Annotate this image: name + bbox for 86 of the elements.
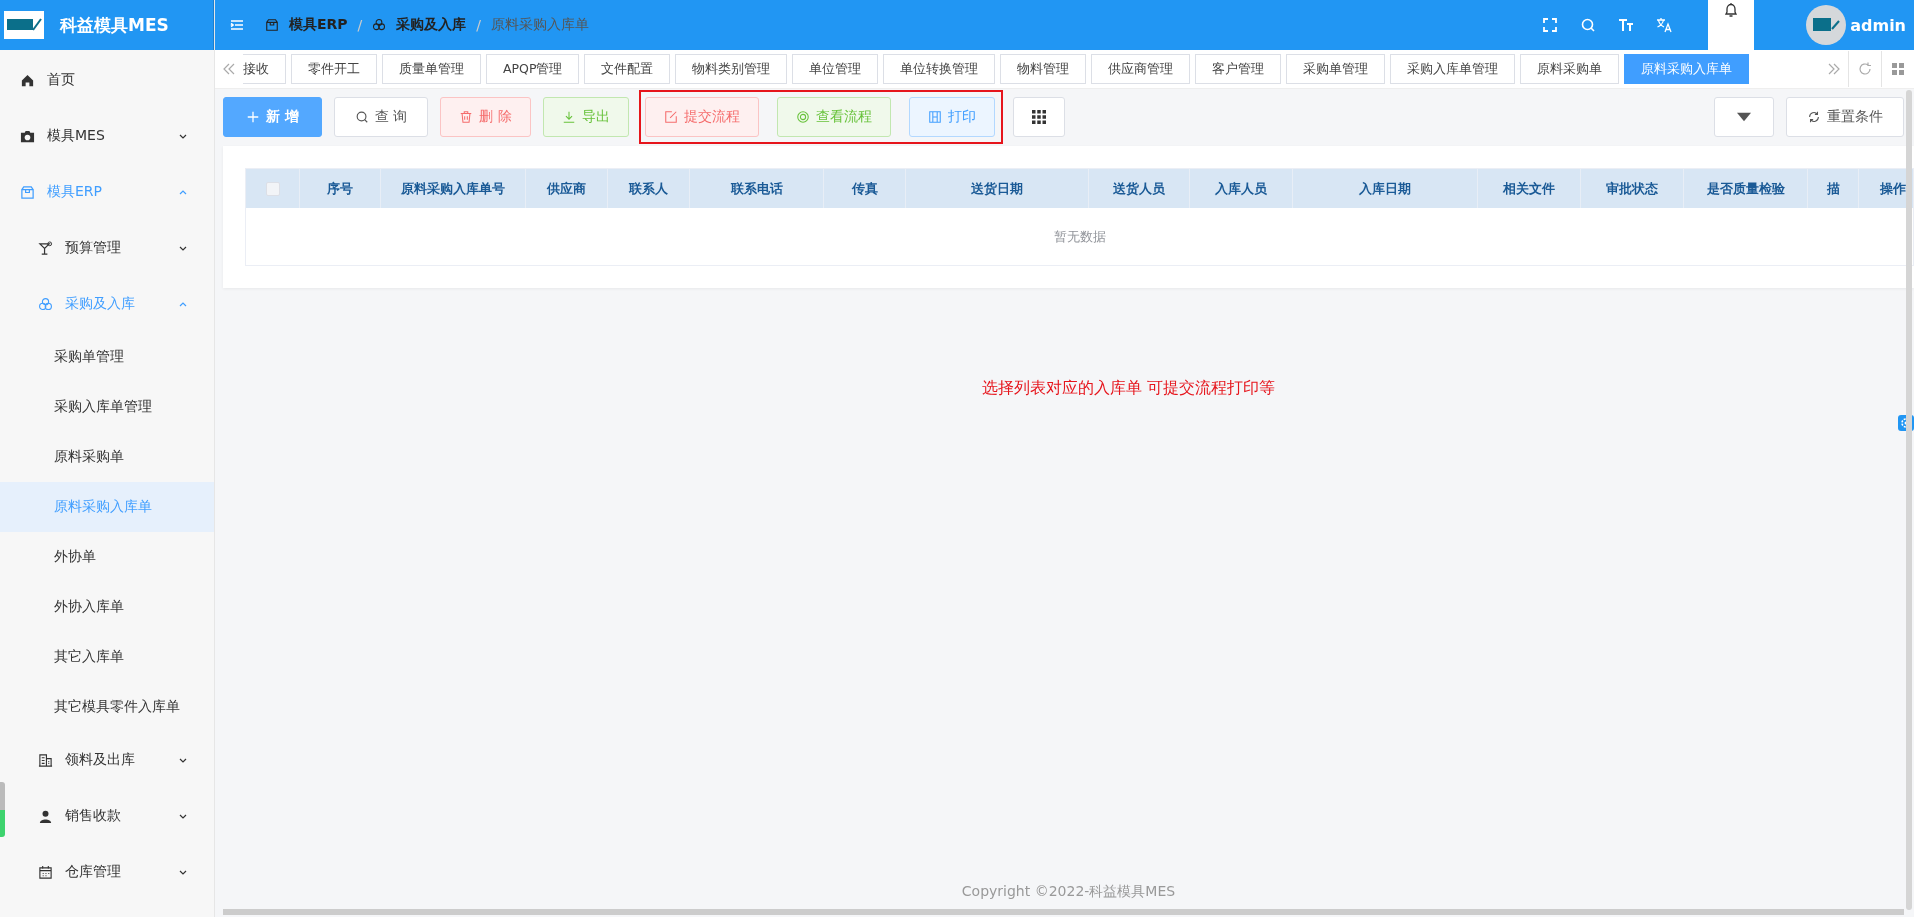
- search-icon[interactable]: [1580, 17, 1597, 33]
- building-icon: [38, 752, 53, 768]
- translate-icon[interactable]: [1656, 17, 1673, 33]
- menu-item[interactable]: 其它模具零件入库单: [8, 682, 214, 732]
- breadcrumb-separator: /: [476, 17, 482, 33]
- film-icon: [927, 110, 942, 124]
- menu-item[interactable]: 其它入库单: [8, 632, 214, 682]
- side-handle[interactable]: [0, 782, 5, 837]
- trash-icon: [459, 110, 474, 124]
- menu-item[interactable]: 首页: [8, 52, 214, 108]
- tab[interactable]: 采购入库单管理: [1390, 54, 1516, 84]
- column-header: 入库人员: [1190, 169, 1293, 208]
- logo-icon: [4, 11, 44, 39]
- scrollbar[interactable]: [223, 909, 1904, 915]
- bell-icon: [1723, 2, 1740, 18]
- tab[interactable]: 零件开工: [291, 54, 377, 84]
- menu-item[interactable]: 采购入库单管理: [8, 382, 214, 432]
- home-icon: [20, 72, 35, 88]
- column-header: 联系电话: [690, 169, 824, 208]
- avatar-icon[interactable]: [1806, 5, 1847, 45]
- column-header: 供应商: [526, 169, 608, 208]
- column-header: 描: [1808, 169, 1859, 208]
- checkbox[interactable]: [265, 181, 280, 196]
- menu-item[interactable]: 外协单: [8, 532, 214, 582]
- tab[interactable]: 物料类别管理: [675, 54, 788, 84]
- toolbar-button[interactable]: 查 询: [333, 97, 429, 137]
- dropdown-button[interactable]: [1714, 97, 1774, 137]
- menu-icon[interactable]: [229, 17, 245, 33]
- download-icon: [561, 110, 576, 124]
- tab[interactable]: 接收: [243, 54, 286, 84]
- column-header: 是否质量检验: [1684, 169, 1808, 208]
- menu-item[interactable]: 采购单管理: [8, 332, 214, 382]
- breadcrumb-separator: /: [357, 17, 363, 33]
- tab[interactable]: 文件配置: [584, 54, 671, 84]
- reset-button[interactable]: 重置条件: [1786, 97, 1904, 137]
- column-header: 送货日期: [906, 169, 1089, 208]
- caret-icon: [1737, 110, 1751, 124]
- box-icon: [265, 18, 279, 32]
- breadcrumb-item[interactable]: 模具ERP: [289, 16, 348, 34]
- tab[interactable]: 原料采购单: [1520, 54, 1620, 84]
- search-icon: [354, 110, 369, 124]
- menu-item[interactable]: 外协入库单: [8, 582, 214, 632]
- scrollbar[interactable]: [1906, 90, 1912, 910]
- notification-button[interactable]: [1708, 0, 1755, 50]
- columns-button[interactable]: [1012, 97, 1065, 137]
- fullscreen-icon[interactable]: [1542, 17, 1559, 33]
- column-header: 传真: [824, 169, 906, 208]
- copyright-text: Copyright ©2022-科益模具MES: [961, 883, 1176, 899]
- person-icon: [38, 808, 53, 824]
- menu-item[interactable]: 仓库管理: [8, 844, 214, 900]
- column-header: 联系人: [608, 169, 690, 208]
- tab[interactable]: 客户管理: [1195, 54, 1282, 84]
- plus-icon: [246, 110, 260, 124]
- empty-text: 暂无数据: [1053, 227, 1106, 246]
- tab[interactable]: 物料管理: [1000, 54, 1087, 84]
- edit-icon: [663, 110, 678, 124]
- calendar-icon: [38, 864, 53, 880]
- annotation-text: 选择列表对应的入库单 可提交流程打印等: [981, 378, 1276, 397]
- app-title: 科益模具MES: [60, 13, 169, 37]
- cocktail-icon: [38, 240, 53, 256]
- tab[interactable]: APQP管理: [486, 54, 580, 84]
- menu-item[interactable]: 领料及出库: [8, 732, 214, 788]
- menu-item[interactable]: 销售收款: [8, 788, 214, 844]
- tab[interactable]: 采购单管理: [1286, 54, 1386, 84]
- column-header: 相关文件: [1478, 169, 1581, 208]
- rings-icon: [372, 18, 387, 32]
- grid-icon: [1031, 110, 1046, 124]
- column-header: 审批状态: [1581, 169, 1684, 208]
- box-icon: [20, 184, 35, 200]
- rings-icon: [38, 296, 53, 312]
- menu-item[interactable]: 原料采购单: [8, 432, 214, 482]
- menu-item[interactable]: 预算管理: [8, 220, 214, 276]
- tab[interactable]: 单位转换管理: [883, 54, 996, 84]
- column-header: 送货人员: [1089, 169, 1190, 208]
- camera-icon: [20, 128, 35, 144]
- column-header: 入库日期: [1293, 169, 1478, 208]
- column-header: 原料采购入库单号: [381, 169, 526, 208]
- column-header: 序号: [300, 169, 381, 208]
- tab[interactable]: 供应商管理: [1091, 54, 1191, 84]
- menu-item[interactable]: 模具MES: [8, 108, 214, 164]
- font-size-icon[interactable]: [1618, 17, 1635, 33]
- refresh-icon: [1807, 110, 1821, 124]
- ring-icon: [795, 110, 810, 124]
- tab[interactable]: 单位管理: [792, 54, 879, 84]
- tab[interactable]: 质量单管理: [382, 54, 481, 84]
- breadcrumb-item[interactable]: 采购及入库: [396, 16, 467, 34]
